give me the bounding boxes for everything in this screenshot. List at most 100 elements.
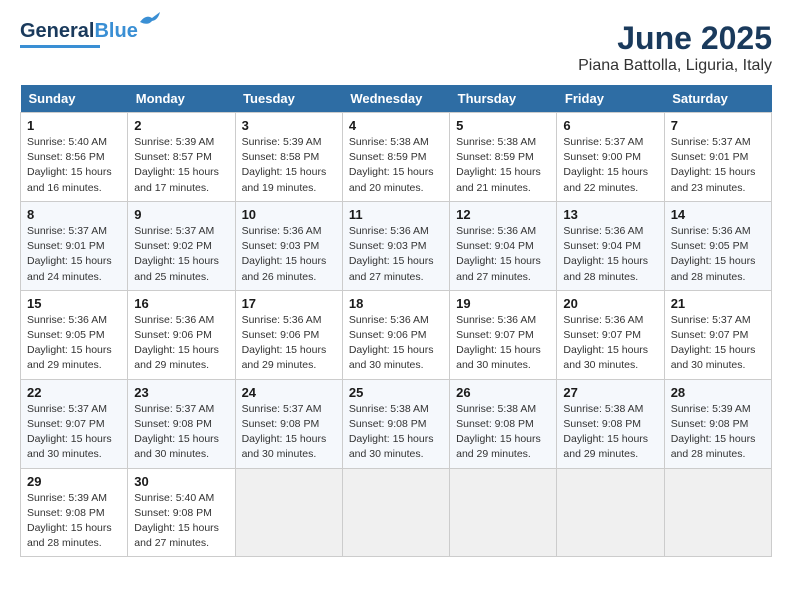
calendar-row: 22 Sunrise: 5:37 AMSunset: 9:07 PMDayligh… [21,379,772,468]
day-number: 18 [349,296,443,311]
calendar-row: 15Sunrise: 5:36 AMSunset: 9:05 PMDayligh… [21,290,772,379]
day-info: Sunrise: 5:39 AMSunset: 8:57 PMDaylight:… [134,135,228,196]
day-number: 11 [349,207,443,222]
day-number: 9 [134,207,228,222]
table-row: 24 Sunrise: 5:37 AMSunset: 9:08 PMDayligh… [235,379,342,468]
table-row: 25Sunrise: 5:38 AMSunset: 9:08 PMDayligh… [342,379,449,468]
header-tuesday: Tuesday [235,85,342,113]
title-area: June 2025 Piana Battolla, Liguria, Italy [578,20,772,75]
table-row: 30 Sunrise: 5:40 AMSunset: 9:08 PMDayligh… [128,468,235,557]
day-info: Sunrise: 5:37 AMSunset: 9:02 PMDaylight:… [134,224,228,285]
table-row: 27 Sunrise: 5:38 AMSunset: 9:08 PMDayligh… [557,379,664,468]
header-sunday: Sunday [21,85,128,113]
day-number: 22 [27,385,121,400]
day-info: Sunrise: 5:36 AMSunset: 9:04 PMDaylight:… [563,224,657,285]
day-info: Sunrise: 5:36 AMSunset: 9:03 PMDaylight:… [242,224,336,285]
table-row: 5 Sunrise: 5:38 AMSunset: 8:59 PMDaylight… [450,113,557,202]
day-info: Sunrise: 5:37 AMSunset: 9:01 PMDaylight:… [27,224,121,285]
day-info: Sunrise: 5:36 AMSunset: 9:06 PMDaylight:… [134,313,228,374]
logo: GeneralBlue [20,20,138,48]
day-info: Sunrise: 5:37 AMSunset: 9:07 PMDaylight:… [27,402,121,463]
calendar-row: 1Sunrise: 5:40 AMSunset: 8:56 PMDaylight… [21,113,772,202]
day-info: Sunrise: 5:36 AMSunset: 9:07 PMDaylight:… [563,313,657,374]
table-row [235,468,342,557]
table-row: 20 Sunrise: 5:36 AMSunset: 9:07 PMDayligh… [557,290,664,379]
day-number: 17 [242,296,336,311]
table-row: 8 Sunrise: 5:37 AMSunset: 9:01 PMDaylight… [21,201,128,290]
table-row: 22 Sunrise: 5:37 AMSunset: 9:07 PMDayligh… [21,379,128,468]
table-row [450,468,557,557]
day-number: 14 [671,207,765,222]
day-info: Sunrise: 5:36 AMSunset: 9:04 PMDaylight:… [456,224,550,285]
table-row: 18 Sunrise: 5:36 AMSunset: 9:06 PMDayligh… [342,290,449,379]
day-number: 30 [134,474,228,489]
day-number: 21 [671,296,765,311]
day-info: Sunrise: 5:36 AMSunset: 9:06 PMDaylight:… [349,313,443,374]
table-row: 28 Sunrise: 5:39 AMSunset: 9:08 PMDayligh… [664,379,771,468]
bird-icon [138,12,160,30]
day-info: Sunrise: 5:39 AMSunset: 9:08 PMDaylight:… [27,491,121,552]
day-info: Sunrise: 5:37 AMSunset: 9:01 PMDaylight:… [671,135,765,196]
day-number: 24 [242,385,336,400]
day-info: Sunrise: 5:37 AMSunset: 9:08 PMDaylight:… [134,402,228,463]
location-title: Piana Battolla, Liguria, Italy [578,57,772,75]
day-info: Sunrise: 5:40 AMSunset: 9:08 PMDaylight:… [134,491,228,552]
day-info: Sunrise: 5:36 AMSunset: 9:05 PMDaylight:… [671,224,765,285]
table-row: 11 Sunrise: 5:36 AMSunset: 9:03 PMDayligh… [342,201,449,290]
day-info: Sunrise: 5:38 AMSunset: 9:08 PMDaylight:… [563,402,657,463]
table-row: 3 Sunrise: 5:39 AMSunset: 8:58 PMDaylight… [235,113,342,202]
table-row [342,468,449,557]
calendar-row: 29 Sunrise: 5:39 AMSunset: 9:08 PMDayligh… [21,468,772,557]
table-row: 6 Sunrise: 5:37 AMSunset: 9:00 PMDaylight… [557,113,664,202]
calendar-table: Sunday Monday Tuesday Wednesday Thursday… [20,85,772,557]
table-row: 19 Sunrise: 5:36 AMSunset: 9:07 PMDayligh… [450,290,557,379]
day-number: 4 [349,118,443,133]
day-number: 2 [134,118,228,133]
table-row [664,468,771,557]
table-row: 9 Sunrise: 5:37 AMSunset: 9:02 PMDaylight… [128,201,235,290]
page-header: GeneralBlue June 2025 Piana Battolla, Li… [20,20,772,75]
day-number: 6 [563,118,657,133]
day-number: 19 [456,296,550,311]
table-row: 14 Sunrise: 5:36 AMSunset: 9:05 PMDayligh… [664,201,771,290]
table-row: 26Sunrise: 5:38 AMSunset: 9:08 PMDayligh… [450,379,557,468]
table-row: 13Sunrise: 5:36 AMSunset: 9:04 PMDayligh… [557,201,664,290]
table-row: 21Sunrise: 5:37 AMSunset: 9:07 PMDayligh… [664,290,771,379]
calendar-row: 8 Sunrise: 5:37 AMSunset: 9:01 PMDaylight… [21,201,772,290]
day-number: 12 [456,207,550,222]
day-number: 29 [27,474,121,489]
day-number: 23 [134,385,228,400]
header-thursday: Thursday [450,85,557,113]
day-number: 16 [134,296,228,311]
table-row: 12 Sunrise: 5:36 AMSunset: 9:04 PMDayligh… [450,201,557,290]
header-monday: Monday [128,85,235,113]
day-number: 28 [671,385,765,400]
day-info: Sunrise: 5:38 AMSunset: 8:59 PMDaylight:… [456,135,550,196]
day-number: 27 [563,385,657,400]
table-row: 1Sunrise: 5:40 AMSunset: 8:56 PMDaylight… [21,113,128,202]
day-number: 3 [242,118,336,133]
day-number: 20 [563,296,657,311]
logo-blue: Blue [94,20,137,42]
day-number: 10 [242,207,336,222]
day-info: Sunrise: 5:40 AMSunset: 8:56 PMDaylight:… [27,135,121,196]
day-number: 5 [456,118,550,133]
table-row: 15Sunrise: 5:36 AMSunset: 9:05 PMDayligh… [21,290,128,379]
table-row: 2 Sunrise: 5:39 AMSunset: 8:57 PMDaylight… [128,113,235,202]
day-info: Sunrise: 5:36 AMSunset: 9:06 PMDaylight:… [242,313,336,374]
table-row: 7Sunrise: 5:37 AMSunset: 9:01 PMDaylight… [664,113,771,202]
day-info: Sunrise: 5:36 AMSunset: 9:07 PMDaylight:… [456,313,550,374]
day-info: Sunrise: 5:36 AMSunset: 9:03 PMDaylight:… [349,224,443,285]
table-row [557,468,664,557]
day-info: Sunrise: 5:37 AMSunset: 9:00 PMDaylight:… [563,135,657,196]
header-friday: Friday [557,85,664,113]
day-number: 8 [27,207,121,222]
table-row: 10 Sunrise: 5:36 AMSunset: 9:03 PMDayligh… [235,201,342,290]
day-info: Sunrise: 5:37 AMSunset: 9:08 PMDaylight:… [242,402,336,463]
day-info: Sunrise: 5:39 AMSunset: 8:58 PMDaylight:… [242,135,336,196]
day-info: Sunrise: 5:38 AMSunset: 8:59 PMDaylight:… [349,135,443,196]
table-row: 4 Sunrise: 5:38 AMSunset: 8:59 PMDaylight… [342,113,449,202]
table-row: 16 Sunrise: 5:36 AMSunset: 9:06 PMDayligh… [128,290,235,379]
day-number: 25 [349,385,443,400]
day-info: Sunrise: 5:39 AMSunset: 9:08 PMDaylight:… [671,402,765,463]
